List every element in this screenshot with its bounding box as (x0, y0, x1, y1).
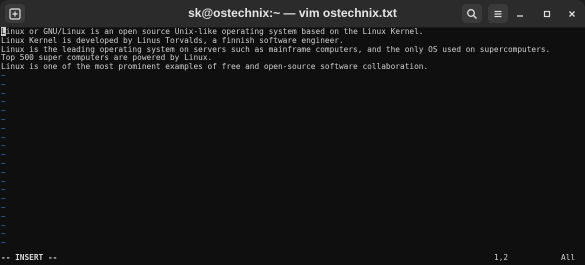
editor-line-text: inux or GNU/Linux is an open source Unix… (5, 27, 424, 36)
minimize-icon (517, 15, 523, 17)
terminal-area[interactable]: Linux or GNU/Linux is an open source Uni… (0, 27, 585, 265)
empty-line-tilde: ~ (1, 70, 6, 80)
empty-line-tilde: ~ (1, 141, 6, 151)
empty-line-tilde: ~ (1, 211, 6, 221)
close-button[interactable] (565, 7, 579, 21)
search-button[interactable] (462, 4, 482, 23)
empty-line-tilde: ~ (1, 123, 6, 133)
scroll-position: All (561, 253, 576, 262)
minimize-button[interactable] (513, 7, 527, 21)
editor-line[interactable]: Linux is one of the most prominent examp… (1, 62, 585, 72)
empty-line-tilde: ~ (1, 106, 6, 116)
hamburger-menu-icon (494, 10, 502, 17)
empty-line-tilde: ~ (1, 88, 6, 98)
vim-status-line: -- INSERT -- 1,2 All (1, 253, 585, 264)
empty-line-tilde: ~ (1, 202, 6, 212)
empty-line-markers: ~ ~ ~ ~ ~ ~ ~ ~ ~ ~ ~ ~ ~ ~ ~ ~ ~ ~ ~ ~ (1, 70, 585, 248)
empty-line-tilde: ~ (1, 158, 6, 168)
empty-line-tilde: ~ (1, 229, 6, 239)
cursor-position: 1,2 (494, 253, 509, 262)
empty-line-tilde: ~ (1, 97, 6, 107)
mode-indicator: -- INSERT -- (1, 253, 58, 262)
empty-line-tilde: ~ (1, 185, 6, 195)
editor-buffer[interactable]: Linux or GNU/Linux is an open source Uni… (1, 27, 585, 248)
maximize-icon (543, 10, 551, 18)
close-icon (569, 11, 575, 17)
empty-line-tilde: ~ (1, 194, 6, 204)
maximize-button[interactable] (540, 7, 554, 21)
title-bar[interactable]: sk@ostechnix:~ — vim ostechnix.txt (0, 0, 585, 28)
empty-line-tilde: ~ (1, 220, 6, 230)
search-icon (467, 8, 477, 19)
empty-line-tilde: ~ (1, 176, 6, 186)
empty-line-tilde: ~ (1, 167, 6, 177)
empty-line-tilde: ~ (1, 79, 6, 89)
empty-line-tilde: ~ (1, 238, 6, 248)
empty-line-tilde: ~ (1, 150, 6, 160)
menu-button[interactable] (488, 4, 508, 23)
empty-line-tilde: ~ (1, 114, 6, 124)
terminal-window: sk@ostechnix:~ — vim ostechnix.txt Linux… (0, 0, 585, 265)
empty-line-tilde: ~ (1, 132, 6, 142)
